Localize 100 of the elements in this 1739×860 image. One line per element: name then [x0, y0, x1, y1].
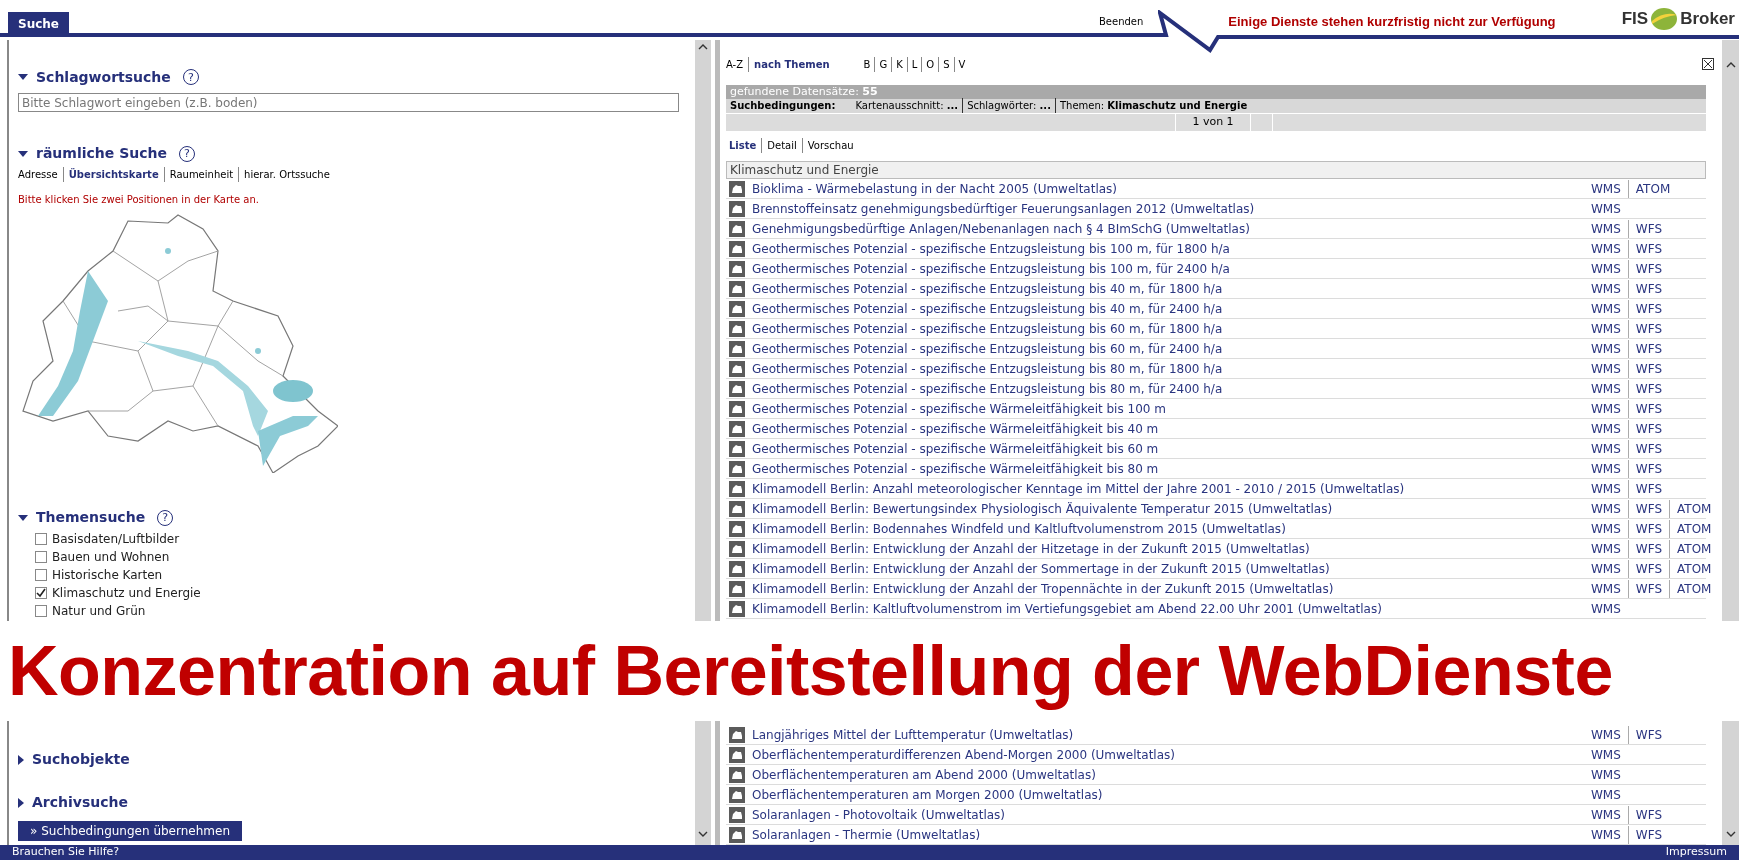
dataset-link[interactable]: Brennstoffeinsatz genehmigungsbedürftiger Feuerungsanlagen 2012 (Umweltatlas) [752, 199, 1591, 218]
dataset-link[interactable]: Klimamodell Berlin: Entwicklung der Anzahl der Hitzetage in der Zukunft 2015 (Umweltatlas) [752, 539, 1591, 558]
service-link[interactable]: WMS [1591, 579, 1628, 598]
letter-link[interactable]: B [859, 56, 875, 72]
service-link[interactable]: ATOM [1669, 559, 1719, 578]
dataset-link[interactable]: Geothermisches Potenzial - spezifische Wärmeleitfähigkeit bis 100 m [752, 399, 1591, 418]
checkbox[interactable] [35, 586, 47, 599]
service-link[interactable]: WFS [1627, 519, 1670, 538]
result-row[interactable]: Bioklima - Wärmebelastung in der Nacht 2005 (Umweltatlas) WMS ATOM [726, 179, 1706, 199]
letter-link[interactable]: G [874, 56, 892, 72]
service-link[interactable]: WMS [1591, 499, 1628, 518]
dataset-link[interactable]: Geothermisches Potenzial - spezifische Entzugsleistung bis 40 m, für 1800 h/a [752, 279, 1591, 298]
service-link[interactable]: WFS [1627, 459, 1670, 478]
view-tab[interactable]: Detail [761, 137, 802, 153]
help-link[interactable]: Brauchen Sie Hilfe? [12, 844, 120, 860]
dataset-link[interactable]: Geothermisches Potenzial - spezifische Entzugsleistung bis 40 m, für 2400 h/a [752, 299, 1591, 318]
service-link[interactable]: WMS [1591, 805, 1628, 824]
service-link[interactable]: WMS [1591, 439, 1628, 458]
result-row[interactable]: Langjähriges Mittel der Lufttemperatur (Umweltatlas) WMS WFS [726, 725, 1706, 745]
letter-link[interactable]: O [921, 56, 939, 72]
service-link[interactable]: WFS [1627, 579, 1670, 598]
dataset-link[interactable]: Klimamodell Berlin: Entwicklung der Anzahl der Tropennächte in der Zukunft 2015 (Umweltatlas) [752, 579, 1591, 598]
service-link[interactable]: WMS [1591, 539, 1628, 558]
service-link[interactable]: WMS [1591, 379, 1628, 398]
service-link[interactable]: WFS [1627, 259, 1670, 278]
result-row[interactable]: Geothermisches Potenzial - spezifische Entzugsleistung bis 100 m, für 1800 h/a WMS WFS [726, 239, 1706, 259]
service-link[interactable]: WMS [1591, 279, 1628, 298]
dataset-link[interactable]: Klimamodell Berlin: Anzahl meteorologischer Kenntage im Mittel der Jahre 2001 - 2010 / 2015 (Umweltatlas) [752, 479, 1591, 498]
result-row[interactable]: Geothermisches Potenzial - spezifische Entzugsleistung bis 100 m, für 2400 h/a WMS WFS [726, 259, 1706, 279]
service-link[interactable]: ATOM [1669, 539, 1719, 558]
keyword-field[interactable]: Bitte Schlagwort eingeben (z.B. boden) [18, 93, 679, 112]
service-link[interactable]: WFS [1627, 279, 1670, 298]
service-link[interactable]: WFS [1627, 399, 1670, 418]
dataset-link[interactable]: Geothermisches Potenzial - spezifische Wärmeleitfähigkeit bis 40 m [752, 419, 1591, 438]
dataset-link[interactable]: Geothermisches Potenzial - spezifische Entzugsleistung bis 60 m, für 2400 h/a [752, 339, 1591, 358]
scroll-up-icon[interactable] [698, 44, 708, 50]
imprint-link[interactable]: Impressum [1665, 844, 1727, 860]
service-link[interactable]: WMS [1591, 359, 1628, 378]
section-heading[interactable]: Schlagwortsuche [36, 66, 171, 88]
dataset-link[interactable]: Geothermisches Potenzial - spezifische Entzugsleistung bis 100 m, für 2400 h/a [752, 259, 1591, 278]
service-link[interactable]: WMS [1591, 399, 1628, 418]
result-row[interactable]: Geothermisches Potenzial - spezifische Entzugsleistung bis 60 m, für 1800 h/a WMS WFS [726, 319, 1706, 339]
result-row[interactable]: Geothermisches Potenzial - spezifische Entzugsleistung bis 40 m, für 1800 h/a WMS WFS [726, 279, 1706, 299]
section-heading[interactable]: Themensuche [36, 507, 146, 528]
service-link[interactable]: WMS [1591, 765, 1628, 784]
service-link[interactable]: WMS [1591, 559, 1628, 578]
result-row[interactable]: Oberflächentemperaturen am Morgen 2000 (Umweltatlas) WMS [726, 785, 1706, 805]
service-link[interactable]: WFS [1627, 499, 1670, 518]
result-row[interactable]: Geothermisches Potenzial - spezifische Entzugsleistung bis 40 m, für 2400 h/a WMS WFS [726, 299, 1706, 319]
result-row[interactable]: Klimamodell Berlin: Kaltluftvolumenstrom im Vertiefungsgebiet am Abend 22.00 Uhr 2001 (Umweltatlas) WMS [726, 599, 1706, 619]
result-row[interactable]: Geothermisches Potenzial - spezifische Entzugsleistung bis 80 m, für 2400 h/a WMS WFS [726, 379, 1706, 399]
service-link[interactable]: WMS [1591, 319, 1628, 338]
index-tab[interactable]: nach Themen [748, 56, 835, 72]
dataset-link[interactable]: Klimamodell Berlin: Kaltluftvolumenstrom im Vertiefungsgebiet am Abend 22.00 Uhr 2001 (Umweltatlas) [752, 599, 1591, 618]
service-link[interactable]: WFS [1627, 725, 1670, 744]
caret-right-icon[interactable] [18, 754, 24, 765]
dataset-link[interactable]: Langjähriges Mittel der Lufttemperatur (Umweltatlas) [752, 725, 1591, 744]
section-heading[interactable]: Archivsuche [32, 792, 128, 813]
caret-down-icon[interactable] [18, 150, 28, 157]
caret-right-icon[interactable] [18, 797, 24, 808]
service-link[interactable]: WFS [1627, 299, 1670, 318]
letter-link[interactable]: S [938, 56, 954, 72]
service-link[interactable]: WMS [1591, 479, 1628, 498]
index-tab[interactable]: A-Z [726, 56, 749, 72]
service-link[interactable]: WMS [1591, 179, 1628, 198]
checkbox[interactable] [35, 532, 47, 545]
letter-link[interactable]: L [906, 56, 922, 72]
service-link[interactable]: WFS [1627, 825, 1670, 844]
dataset-link[interactable]: Klimamodell Berlin: Bodennahes Windfeld und Kaltluftvolumenstrom 2015 (Umweltatlas) [752, 519, 1591, 538]
service-link[interactable]: WMS [1591, 199, 1628, 218]
service-link[interactable]: WMS [1591, 519, 1628, 538]
service-link[interactable]: WMS [1591, 419, 1628, 438]
caret-down-icon[interactable] [18, 514, 28, 521]
dataset-link[interactable]: Geothermisches Potenzial - spezifische Wärmeleitfähigkeit bis 80 m [752, 459, 1591, 478]
service-link[interactable]: ATOM [1669, 579, 1719, 598]
service-link[interactable]: WMS [1591, 299, 1628, 318]
tab[interactable]: Suche [8, 12, 69, 35]
result-row[interactable]: Geothermisches Potenzial - spezifische Wärmeleitfähigkeit bis 100 m WMS WFS [726, 399, 1706, 419]
service-link[interactable]: WFS [1627, 805, 1670, 824]
result-row[interactable]: Genehmigungsbedürftige Anlagen/Nebenanlagen nach § 4 BImSchG (Umweltatlas) WMS WFS [726, 219, 1706, 239]
checkbox[interactable] [35, 550, 47, 563]
service-link[interactable]: WMS [1591, 239, 1628, 258]
dataset-link[interactable]: Klimamodell Berlin: Entwicklung der Anzahl der Sommertage in der Zukunft 2015 (Umweltatlas) [752, 559, 1591, 578]
result-row[interactable]: Solaranlagen - Photovoltaik (Umweltatlas) WMS WFS [726, 805, 1706, 825]
view-tab[interactable]: Vorschau [801, 137, 859, 153]
dataset-link[interactable]: Geothermisches Potenzial - spezifische Wärmeleitfähigkeit bis 60 m [752, 439, 1591, 458]
service-link[interactable]: WMS [1591, 259, 1628, 278]
service-link[interactable]: WFS [1627, 439, 1670, 458]
service-link[interactable]: WFS [1627, 359, 1670, 378]
section-heading[interactable]: räumliche Suche [36, 143, 167, 164]
checkbox[interactable] [35, 568, 47, 581]
dataset-link[interactable]: Geothermisches Potenzial - spezifische Entzugsleistung bis 100 m, für 1800 h/a [752, 239, 1591, 258]
result-row[interactable]: Geothermisches Potenzial - spezifische Entzugsleistung bis 60 m, für 2400 h/a WMS WFS [726, 339, 1706, 359]
dataset-link[interactable]: Oberflächentemperaturdifferenzen Abend-Morgen 2000 (Umweltatlas) [752, 745, 1591, 764]
service-link[interactable]: WFS [1627, 419, 1670, 438]
service-link[interactable]: WFS [1627, 539, 1670, 558]
service-link[interactable]: WFS [1627, 239, 1670, 258]
service-link[interactable]: WMS [1591, 725, 1628, 744]
dataset-link[interactable]: Geothermisches Potenzial - spezifische Entzugsleistung bis 80 m, für 2400 h/a [752, 379, 1591, 398]
letter-link[interactable]: K [891, 56, 907, 72]
